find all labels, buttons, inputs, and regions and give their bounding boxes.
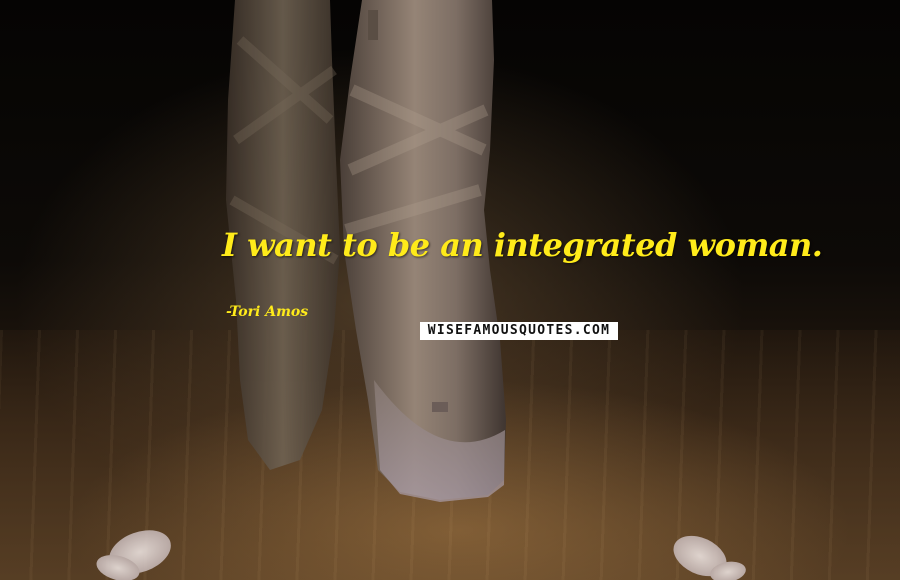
watermark-badge: WISEFAMOUSQUOTES.COM xyxy=(420,322,618,340)
rose-petals xyxy=(96,530,746,580)
quote-text: I want to be an integrated woman. xyxy=(222,226,823,264)
ballet-shoes-photo xyxy=(96,0,746,580)
quote-author: -Tori Amos xyxy=(226,304,309,320)
quote-image: I want to be an integrated woman. -Tori … xyxy=(0,0,900,580)
